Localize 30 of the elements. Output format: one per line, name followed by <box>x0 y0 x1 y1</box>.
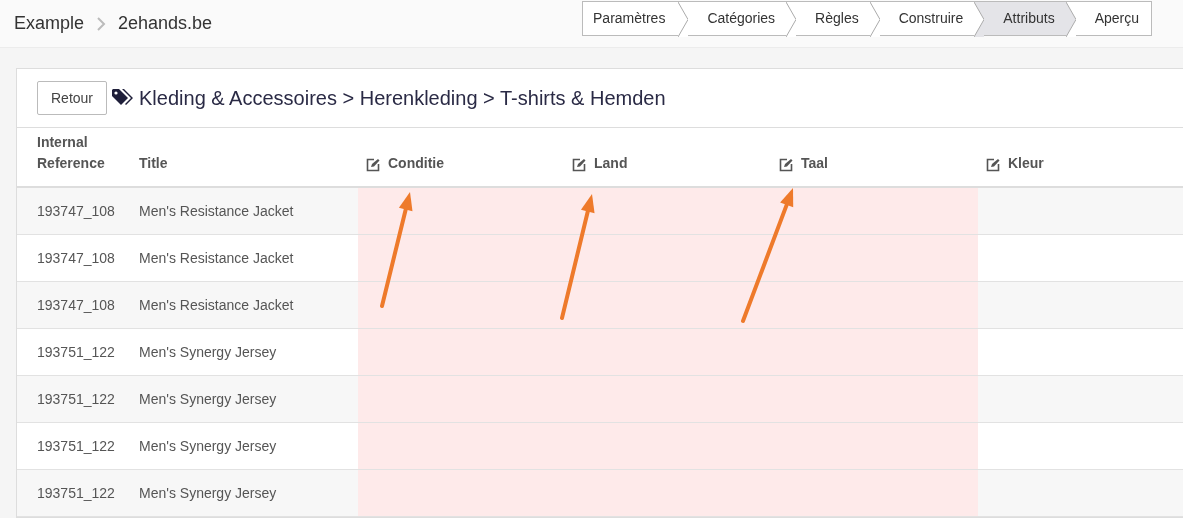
column-header: Conditie <box>388 154 444 173</box>
table-cell-text: 193751_122 <box>37 483 115 503</box>
column-header: Kleur <box>1008 154 1044 173</box>
table-cell-text: Men's Resistance Jacket <box>139 201 294 221</box>
column-header: Taal <box>801 154 828 173</box>
chevron-icon <box>96 16 107 31</box>
edit-icon[interactable] <box>572 158 586 172</box>
category-path: Kleding & Accessoires > Herenkleding > T-shirts & Hemden <box>139 86 666 111</box>
breadcrumb-item: 2ehands.be <box>118 12 213 35</box>
table-cell-text: 193751_122 <box>37 389 115 409</box>
table-cell-text: 193747_108 <box>37 295 115 315</box>
column-header: Title <box>139 154 168 173</box>
table-cell-text: Men's Synergy Jersey <box>139 389 277 409</box>
table-cell-text: 193747_108 <box>37 248 115 268</box>
back-button[interactable]: Retour <box>37 81 108 115</box>
table-cell-text: 193751_122 <box>37 342 115 362</box>
table-cell-text: 193751_122 <box>37 436 115 456</box>
table-cell-text: Men's Synergy Jersey <box>139 342 277 362</box>
edit-icon[interactable] <box>986 158 1000 172</box>
table-cell-text: Men's Synergy Jersey <box>139 483 277 503</box>
edit-icon[interactable] <box>779 158 793 172</box>
table-cell-text: Men's Resistance Jacket <box>139 295 294 315</box>
edit-icon[interactable] <box>366 158 380 172</box>
table-cell-text: Men's Resistance Jacket <box>139 248 294 268</box>
table-cell-text: Men's Synergy Jersey <box>139 436 277 456</box>
table-cell-text: 193747_108 <box>37 201 115 221</box>
column-header: Internal Reference <box>37 133 106 173</box>
column-header: Land <box>594 154 628 173</box>
tag-icon <box>111 88 136 108</box>
breadcrumb-item[interactable]: Example <box>14 10 85 37</box>
